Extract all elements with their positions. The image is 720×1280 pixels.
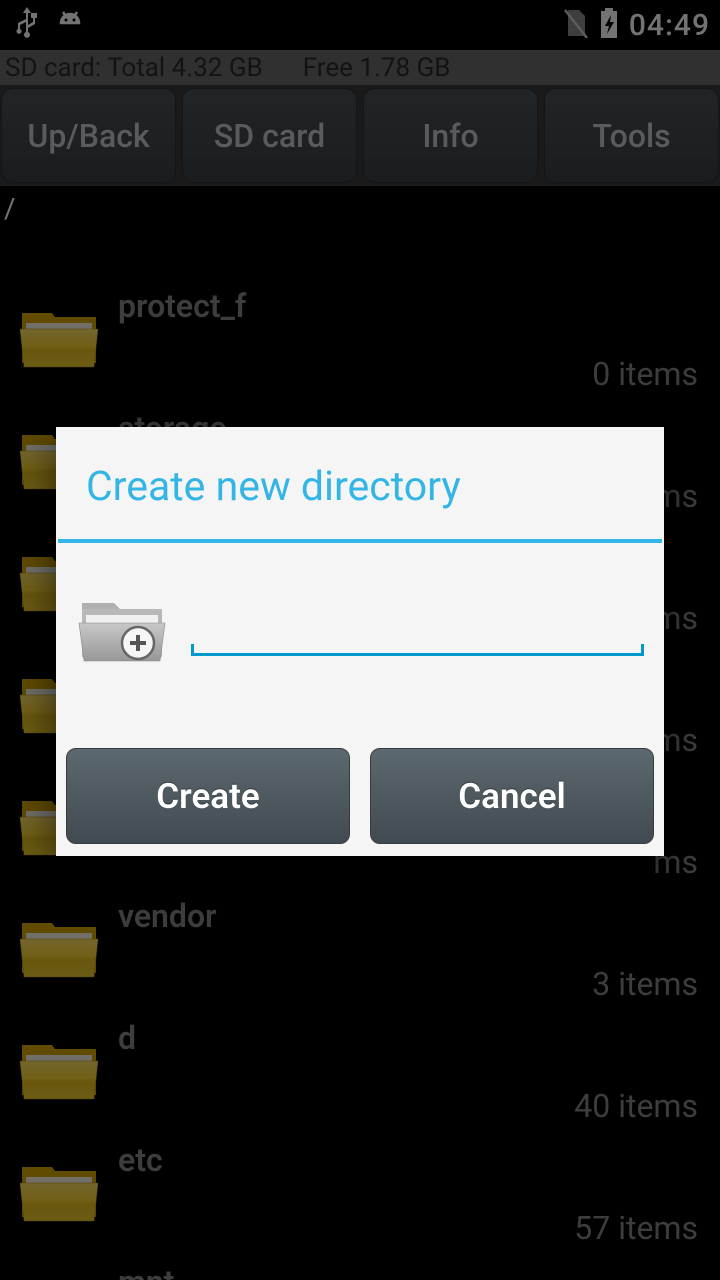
dialog-title: Create new directory bbox=[56, 427, 664, 539]
directory-name-input[interactable] bbox=[191, 606, 644, 656]
directory-name-input-wrap bbox=[191, 606, 644, 656]
create-directory-dialog: Create new directory Create Cancel bbox=[56, 427, 664, 856]
cancel-button[interactable]: Cancel bbox=[370, 748, 654, 844]
new-folder-icon bbox=[76, 593, 171, 668]
create-button[interactable]: Create bbox=[66, 748, 350, 844]
